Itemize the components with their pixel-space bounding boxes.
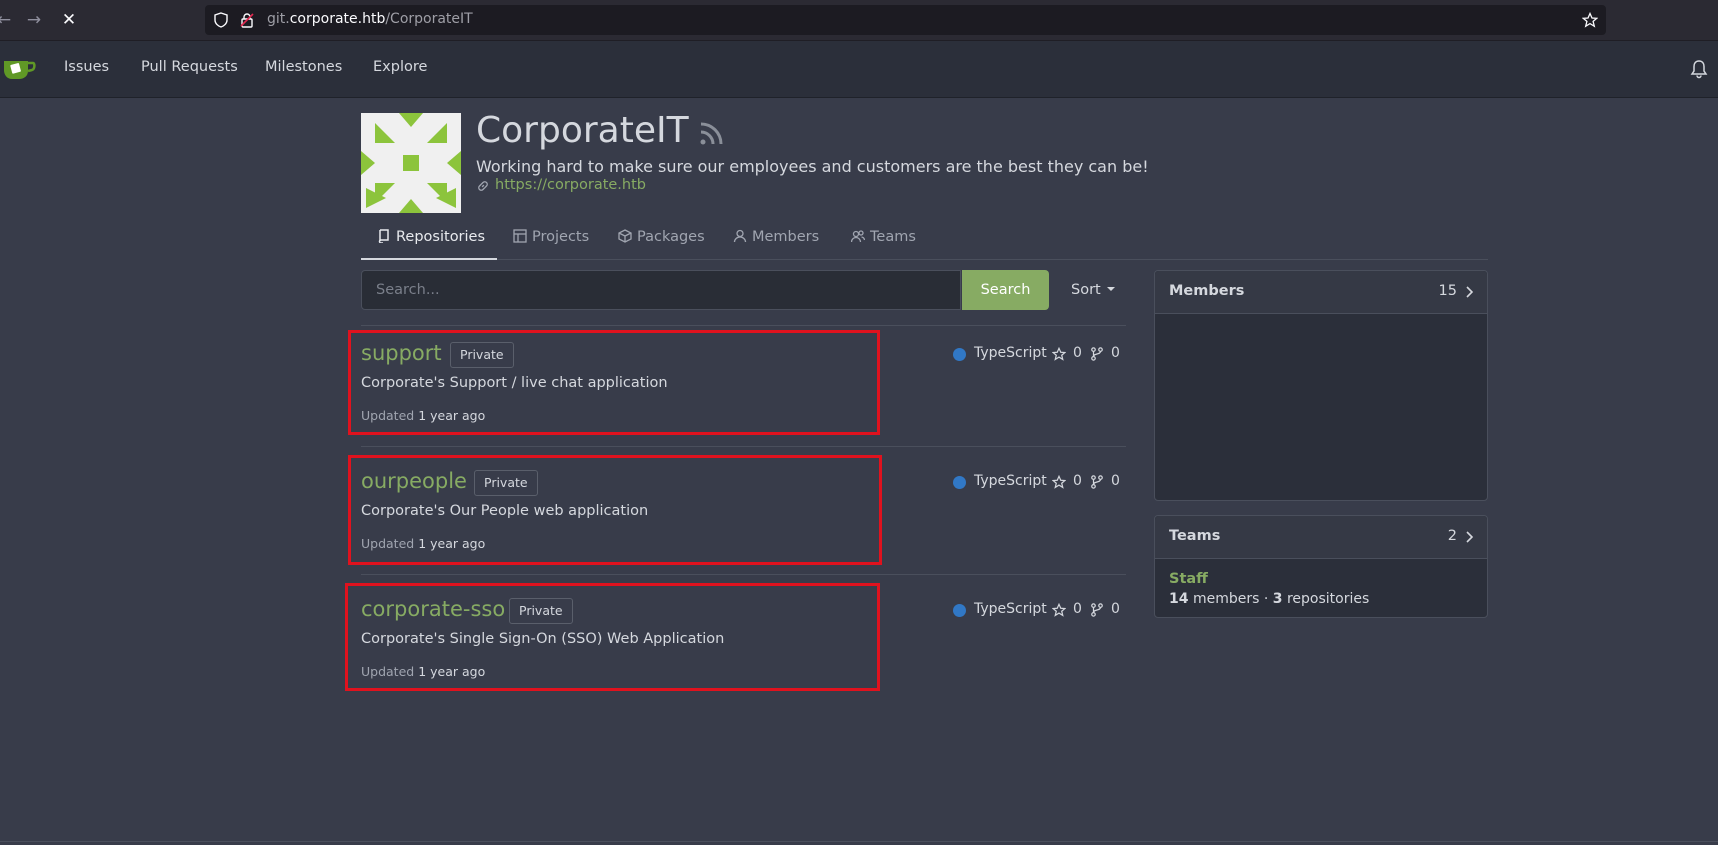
tab-packages[interactable]: Packages: [618, 229, 705, 245]
members-card-title: Members: [1169, 283, 1245, 299]
star-icon[interactable]: [1052, 475, 1066, 489]
search-button[interactable]: Search: [962, 270, 1049, 310]
highlight-box: [345, 583, 880, 691]
tab-repositories[interactable]: Repositories: [377, 229, 485, 245]
people-icon: [850, 230, 866, 243]
tab-members[interactable]: Members: [733, 229, 819, 245]
star-icon[interactable]: [1052, 347, 1066, 361]
org-website-link[interactable]: https://corporate.htb: [495, 177, 646, 193]
sort-dropdown[interactable]: Sort: [1071, 282, 1115, 298]
org-tabs: Repositories Projects Packages Members T…: [361, 220, 1488, 260]
chevron-right-icon: [1466, 286, 1474, 298]
tab-label: Repositories: [396, 229, 486, 245]
team-meta: 14 members · 3 repositories: [1169, 591, 1369, 607]
top-navbar: Issues Pull Requests Milestones Explore: [0, 41, 1718, 98]
browser-toolbar: ← → ✕ git.corporate.htb/CorporateIT: [0, 0, 1718, 41]
teams-card-header[interactable]: Teams 2: [1155, 516, 1487, 559]
star-count: 0: [1073, 345, 1082, 361]
active-tab-underline: [361, 258, 497, 260]
footer-divider: [0, 841, 1718, 842]
fork-count: 0: [1111, 345, 1120, 361]
org-description: Working hard to make sure our employees …: [476, 157, 1149, 176]
nav-milestones[interactable]: Milestones: [265, 59, 342, 75]
rss-feed-icon[interactable]: [695, 118, 727, 150]
sort-label: Sort: [1071, 282, 1101, 298]
fork-icon[interactable]: [1090, 603, 1104, 617]
fork-icon[interactable]: [1090, 475, 1104, 489]
divider: [361, 574, 1126, 575]
org-title: CorporateIT: [476, 110, 689, 151]
teams-count: 2: [1447, 528, 1457, 544]
teams-card-title: Teams: [1169, 528, 1221, 544]
back-icon[interactable]: ←: [0, 8, 16, 32]
package-icon: [618, 229, 632, 243]
tab-label: Members: [752, 229, 820, 245]
highlight-box: [348, 330, 880, 435]
team-name-link[interactable]: Staff: [1169, 571, 1208, 587]
nav-pull-requests[interactable]: Pull Requests: [141, 59, 238, 75]
gitea-logo-icon[interactable]: [2, 55, 36, 81]
tab-label: Teams: [870, 229, 916, 245]
language-color-dot: [953, 348, 966, 361]
star-count: 0: [1073, 473, 1082, 489]
fork-count: 0: [1111, 473, 1120, 489]
star-icon[interactable]: [1052, 603, 1066, 617]
divider: [361, 325, 1126, 326]
highlight-box: [348, 455, 882, 565]
team-repos-label: repositories: [1286, 591, 1370, 607]
divider: [361, 446, 1126, 447]
fork-count: 0: [1111, 601, 1120, 617]
members-card: Members 15: [1154, 270, 1488, 501]
insecure-lock-icon[interactable]: [239, 12, 255, 28]
nav-issues[interactable]: Issues: [64, 59, 109, 75]
team-members-label: members: [1192, 591, 1260, 607]
team-member-count: 14: [1169, 591, 1189, 607]
url-text: git.corporate.htb/CorporateIT: [267, 11, 473, 27]
language-color-dot: [953, 604, 966, 617]
repo-language: TypeScript: [974, 473, 1047, 489]
person-icon: [733, 229, 747, 243]
tab-projects[interactable]: Projects: [513, 229, 589, 245]
forward-icon[interactable]: →: [22, 8, 46, 32]
repo-language: TypeScript: [974, 345, 1047, 361]
nav-explore[interactable]: Explore: [373, 59, 427, 75]
tab-label: Packages: [637, 229, 705, 245]
project-board-icon: [513, 229, 527, 243]
tab-label: Projects: [532, 229, 590, 245]
bookmark-star-icon[interactable]: [1582, 12, 1598, 28]
address-bar[interactable]: git.corporate.htb/CorporateIT: [205, 5, 1606, 35]
members-card-header[interactable]: Members 15: [1155, 271, 1487, 314]
team-repo-count: 3: [1272, 591, 1283, 607]
org-avatar: [361, 113, 461, 213]
tab-teams[interactable]: Teams: [850, 229, 916, 245]
language-color-dot: [953, 476, 966, 489]
link-icon: [478, 181, 488, 191]
separator: ·: [1263, 591, 1269, 607]
notifications-bell-icon[interactable]: [1690, 59, 1708, 79]
star-count: 0: [1073, 601, 1082, 617]
teams-card: Teams 2 Staff 14 members · 3 repositorie…: [1154, 515, 1488, 618]
caret-down-icon: [1106, 287, 1115, 291]
chevron-right-icon: [1466, 531, 1474, 543]
repo-icon: [378, 229, 389, 244]
shield-icon[interactable]: [213, 12, 229, 28]
fork-icon[interactable]: [1090, 347, 1104, 361]
repo-language: TypeScript: [974, 601, 1047, 617]
stop-loading-icon[interactable]: ✕: [57, 8, 81, 32]
repo-search-input[interactable]: [361, 270, 961, 310]
members-count: 15: [1438, 283, 1457, 299]
